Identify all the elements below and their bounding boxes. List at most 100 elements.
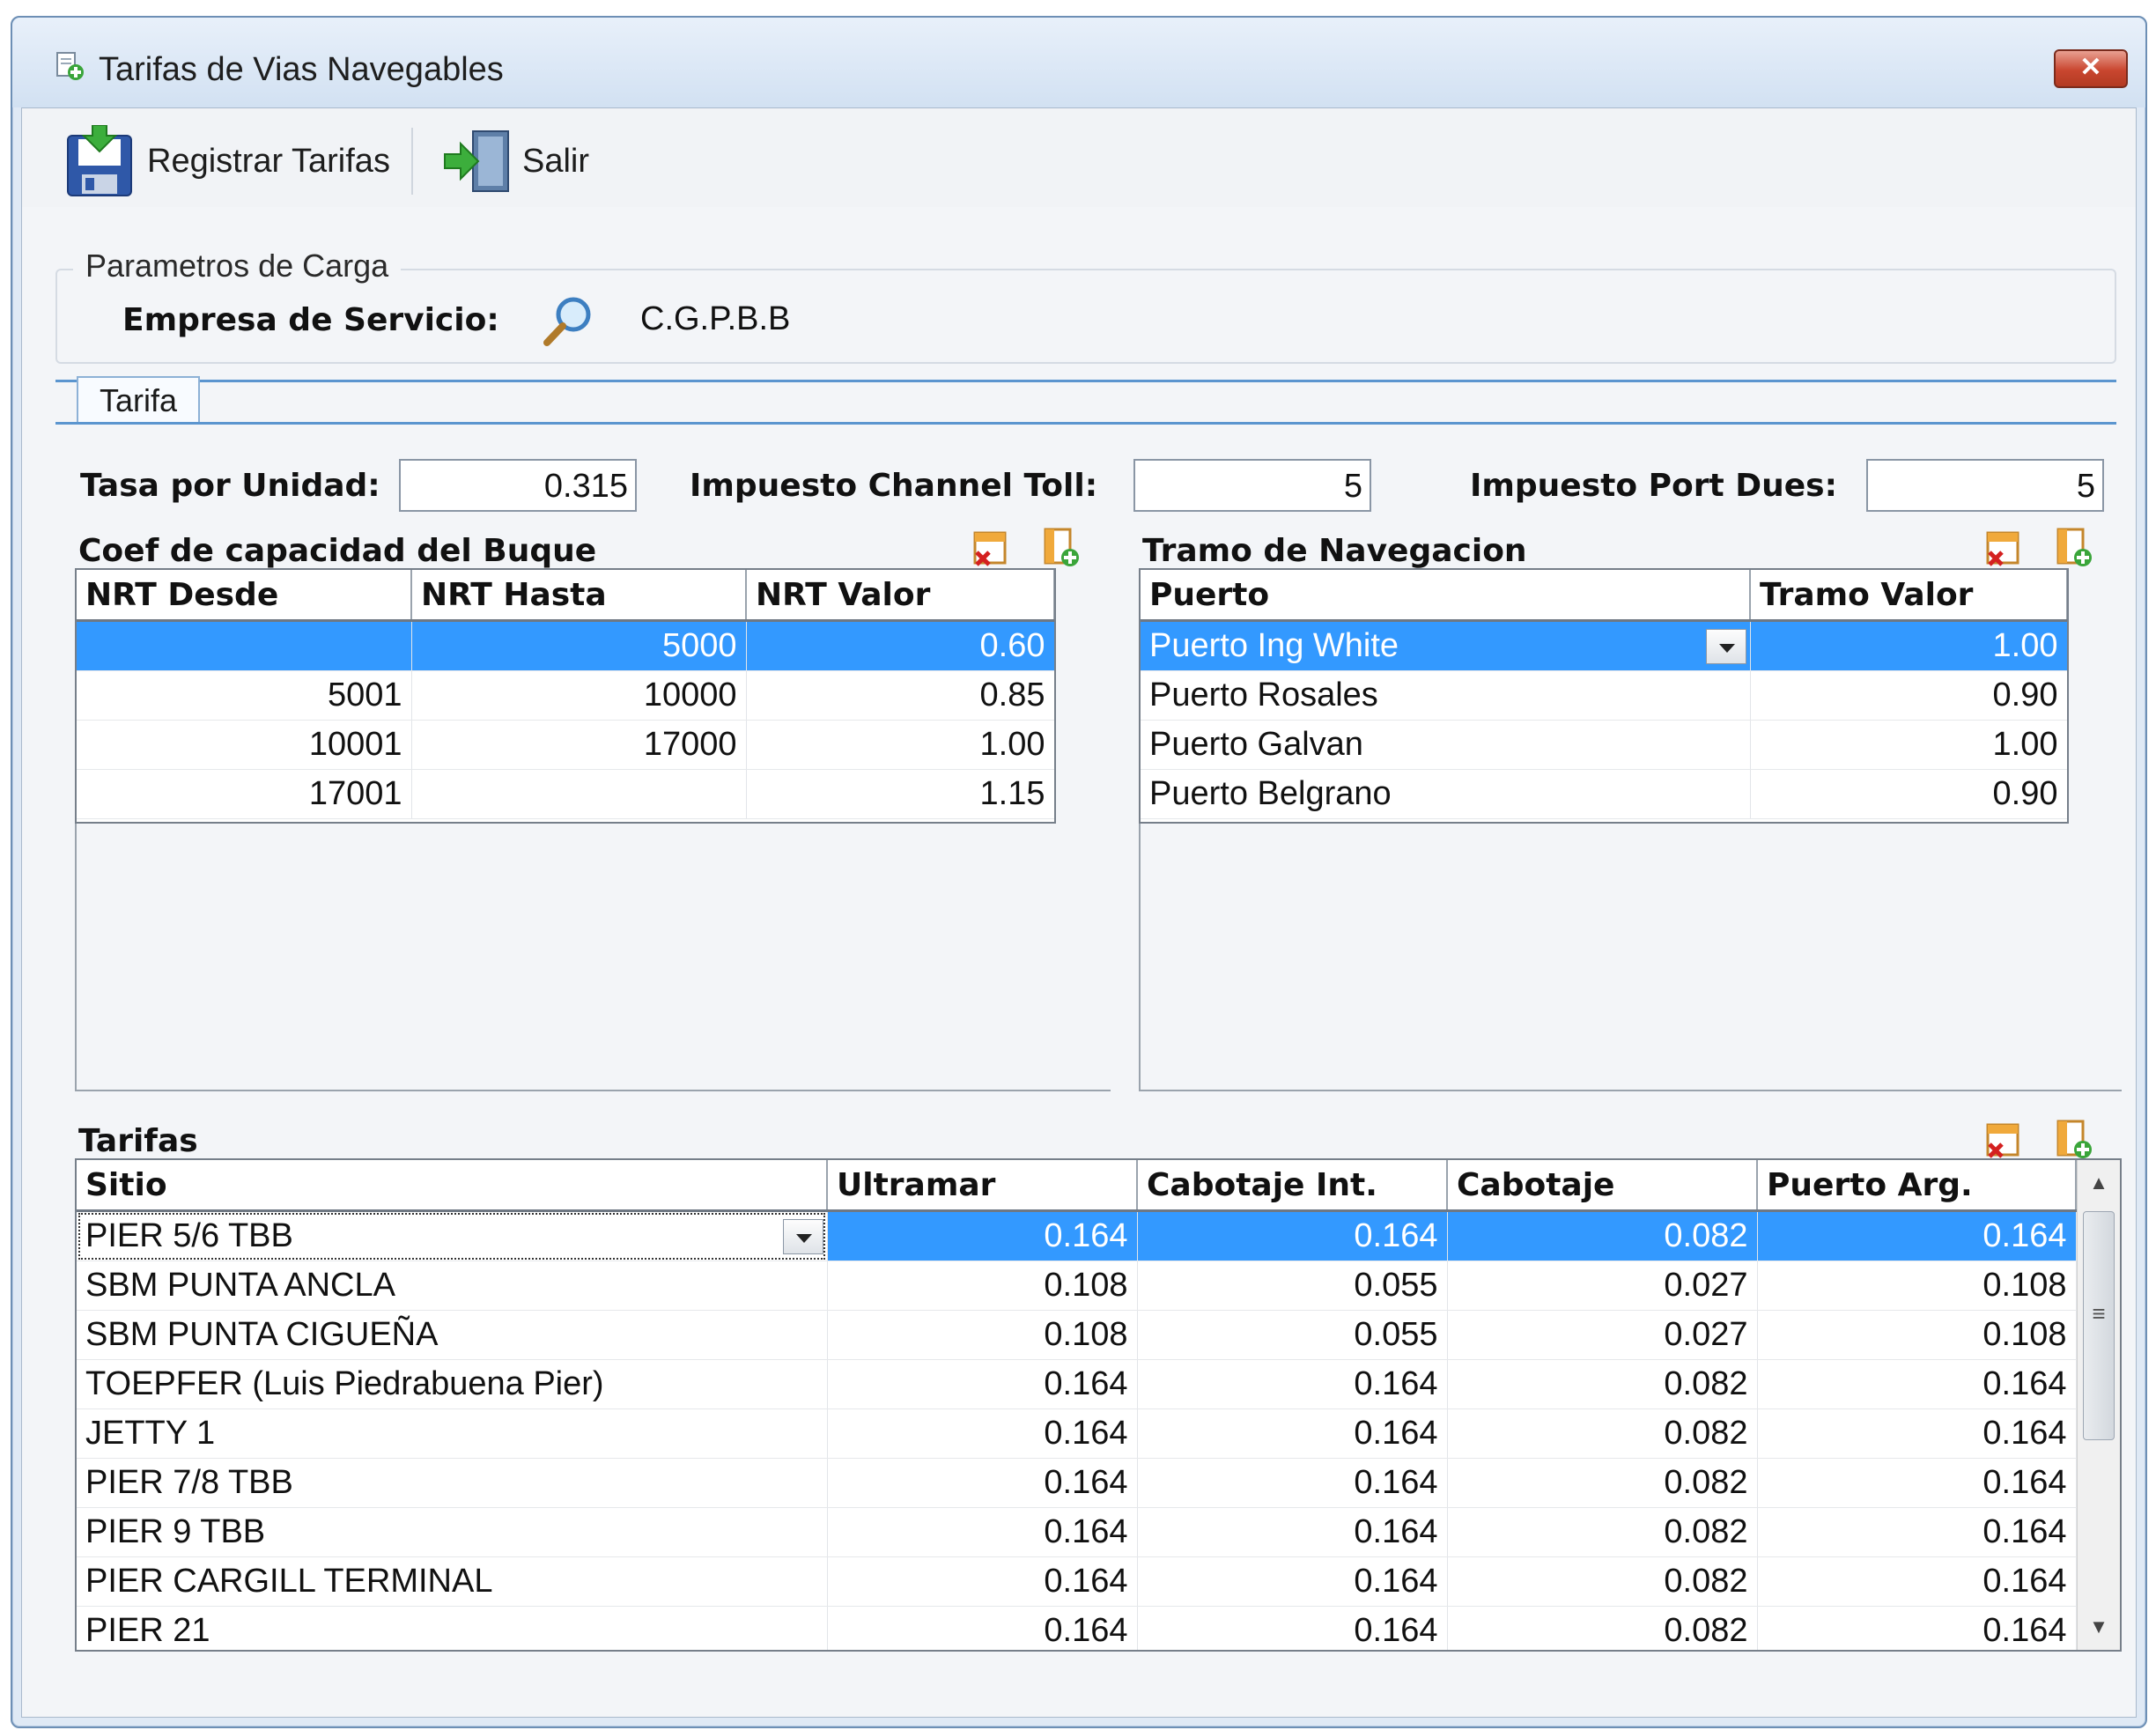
table-row[interactable]: PIER 5/6 TBB 0.164 0.164 0.082 0.164 (77, 1210, 2077, 1261)
table-row[interactable]: 5001 10000 0.85 (77, 670, 1054, 721)
column-header-cabotaje[interactable]: Cabotaje (1447, 1160, 1758, 1212)
cell-nrt-desde[interactable] (77, 620, 412, 671)
cell-cabotaje[interactable]: 0.082 (1447, 1408, 1758, 1459)
cell-ultramar[interactable]: 0.164 (827, 1606, 1138, 1650)
cell-nrt-valor[interactable]: 0.60 (746, 620, 1054, 671)
cell-cabotaje[interactable]: 0.082 (1447, 1606, 1758, 1650)
table-row[interactable]: Puerto Rosales 0.90 (1141, 670, 2067, 721)
cell-sitio[interactable]: PIER 21 (77, 1606, 828, 1650)
cell-cabotaje[interactable]: 0.082 (1447, 1210, 1758, 1261)
chevron-down-icon[interactable] (1705, 629, 1746, 664)
cell-ultramar[interactable]: 0.164 (827, 1210, 1138, 1261)
table-row[interactable]: PIER CARGILL TERMINAL 0.164 0.164 0.082 … (77, 1556, 2077, 1607)
table-row[interactable]: SBM PUNTA CIGUEÑA 0.108 0.055 0.027 0.10… (77, 1310, 2077, 1360)
cell-nrt-hasta[interactable] (411, 769, 747, 819)
cell-cabotaje[interactable]: 0.082 (1447, 1458, 1758, 1508)
cell-ultramar[interactable]: 0.164 (827, 1408, 1138, 1459)
cell-cabotaje[interactable]: 0.082 (1447, 1359, 1758, 1409)
cell-nrt-hasta[interactable]: 5000 (411, 620, 747, 671)
cell-sitio[interactable]: TOEPFER (Luis Piedrabuena Pier) (77, 1359, 828, 1409)
cell-sitio[interactable]: SBM PUNTA CIGUEÑA (77, 1310, 828, 1360)
cell-puerto-arg[interactable]: 0.164 (1757, 1359, 2077, 1409)
channel-toll-input[interactable]: 5 (1133, 459, 1371, 512)
search-icon[interactable] (542, 293, 596, 348)
cell-cabotaje-int[interactable]: 0.055 (1137, 1310, 1448, 1360)
cell-cabotaje[interactable]: 0.027 (1447, 1261, 1758, 1311)
cell-nrt-hasta[interactable]: 17000 (411, 720, 747, 770)
cell-ultramar[interactable]: 0.164 (827, 1556, 1138, 1607)
cell-tramo-valor[interactable]: 0.90 (1750, 670, 2067, 721)
cell-nrt-hasta[interactable]: 10000 (411, 670, 747, 721)
table-row[interactable]: Puerto Ing White 1.00 (1141, 620, 2067, 671)
cell-cabotaje-int[interactable]: 0.164 (1137, 1556, 1448, 1607)
cell-ultramar[interactable]: 0.164 (827, 1458, 1138, 1508)
scrollbar-thumb[interactable]: ≡ (2083, 1211, 2115, 1440)
column-header-puerto-arg[interactable]: Puerto Arg. (1757, 1160, 2077, 1212)
cell-cabotaje-int[interactable]: 0.164 (1137, 1507, 1448, 1557)
table-row[interactable]: TOEPFER (Luis Piedrabuena Pier) 0.164 0.… (77, 1359, 2077, 1409)
cell-nrt-desde[interactable]: 10001 (77, 720, 412, 770)
cell-puerto-arg[interactable]: 0.164 (1757, 1408, 2077, 1459)
table-row[interactable]: 5000 0.60 (77, 620, 1054, 671)
column-header-puerto[interactable]: Puerto (1141, 570, 1751, 622)
cell-nrt-valor[interactable]: 0.85 (746, 670, 1054, 721)
add-row-icon[interactable] (2055, 526, 2093, 568)
cell-tramo-valor[interactable]: 1.00 (1750, 620, 2067, 671)
column-header-ultramar[interactable]: Ultramar (827, 1160, 1138, 1212)
cell-cabotaje[interactable]: 0.027 (1447, 1310, 1758, 1360)
table-row[interactable]: 17001 1.15 (77, 769, 1054, 819)
cell-cabotaje-int[interactable]: 0.055 (1137, 1261, 1448, 1311)
scroll-up-icon[interactable]: ▲ (2078, 1165, 2120, 1201)
table-row[interactable]: PIER 9 TBB 0.164 0.164 0.082 0.164 (77, 1507, 2077, 1557)
cell-sitio[interactable]: PIER CARGILL TERMINAL (77, 1556, 828, 1607)
cell-puerto[interactable]: Puerto Galvan (1141, 720, 1751, 770)
table-row[interactable]: PIER 7/8 TBB 0.164 0.164 0.082 0.164 (77, 1458, 2077, 1508)
cell-puerto[interactable]: Puerto Rosales (1141, 670, 1751, 721)
delete-row-icon[interactable] (971, 526, 1010, 568)
cell-cabotaje-int[interactable]: 0.164 (1137, 1210, 1448, 1261)
cell-sitio[interactable]: JETTY 1 (77, 1408, 828, 1459)
column-header-sitio[interactable]: Sitio (77, 1160, 828, 1212)
exit-button[interactable]: Salir (443, 124, 589, 198)
cell-puerto[interactable]: Puerto Belgrano (1141, 769, 1751, 819)
cell-tramo-valor[interactable]: 0.90 (1750, 769, 2067, 819)
rate-per-unit-input[interactable]: 0.315 (399, 459, 637, 512)
table-row[interactable]: PIER 21 0.164 0.164 0.082 0.164 (77, 1606, 2077, 1650)
cell-cabotaje-int[interactable]: 0.164 (1137, 1606, 1448, 1650)
cell-sitio[interactable]: PIER 9 TBB (77, 1507, 828, 1557)
add-row-icon[interactable] (2055, 1118, 2093, 1160)
cell-cabotaje-int[interactable]: 0.164 (1137, 1359, 1448, 1409)
cell-cabotaje[interactable]: 0.082 (1447, 1507, 1758, 1557)
table-row[interactable]: Puerto Belgrano 0.90 (1141, 769, 2067, 819)
cell-puerto-arg[interactable]: 0.108 (1757, 1310, 2077, 1360)
cell-puerto-arg[interactable]: 0.164 (1757, 1606, 2077, 1650)
cell-sitio[interactable]: PIER 7/8 TBB (77, 1458, 828, 1508)
chevron-down-icon[interactable] (782, 1219, 823, 1254)
cell-ultramar[interactable]: 0.108 (827, 1261, 1138, 1311)
register-tariffs-button[interactable]: Registrar Tarifas (66, 124, 390, 198)
cell-puerto-dropdown[interactable]: Puerto Ing White (1141, 620, 1751, 671)
column-header-cabotaje-int[interactable]: Cabotaje Int. (1137, 1160, 1448, 1212)
cell-sitio[interactable]: SBM PUNTA ANCLA (77, 1261, 828, 1311)
cell-nrt-desde[interactable]: 17001 (77, 769, 412, 819)
cell-nrt-valor[interactable]: 1.00 (746, 720, 1054, 770)
close-button[interactable]: ✕ (2054, 49, 2128, 88)
table-row[interactable]: 10001 17000 1.00 (77, 720, 1054, 770)
port-dues-input[interactable]: 5 (1866, 459, 2104, 512)
cell-sitio-dropdown[interactable]: PIER 5/6 TBB (77, 1210, 828, 1261)
table-row[interactable]: Puerto Galvan 1.00 (1141, 720, 2067, 770)
cell-cabotaje-int[interactable]: 0.164 (1137, 1458, 1448, 1508)
delete-row-icon[interactable] (1984, 526, 2023, 568)
cell-ultramar[interactable]: 0.108 (827, 1310, 1138, 1360)
column-header-nrt-desde[interactable]: NRT Desde (77, 570, 412, 622)
cell-cabotaje-int[interactable]: 0.164 (1137, 1408, 1448, 1459)
cell-puerto-arg[interactable]: 0.164 (1757, 1507, 2077, 1557)
table-row[interactable]: SBM PUNTA ANCLA 0.108 0.055 0.027 0.108 (77, 1261, 2077, 1311)
tariffs-vertical-scrollbar[interactable]: ▲ ≡ ▼ (2077, 1160, 2120, 1650)
column-header-nrt-valor[interactable]: NRT Valor (746, 570, 1054, 622)
table-row[interactable]: JETTY 1 0.164 0.164 0.082 0.164 (77, 1408, 2077, 1459)
cell-ultramar[interactable]: 0.164 (827, 1507, 1138, 1557)
cell-puerto-arg[interactable]: 0.164 (1757, 1556, 2077, 1607)
delete-row-icon[interactable] (1984, 1118, 2023, 1160)
cell-nrt-desde[interactable]: 5001 (77, 670, 412, 721)
